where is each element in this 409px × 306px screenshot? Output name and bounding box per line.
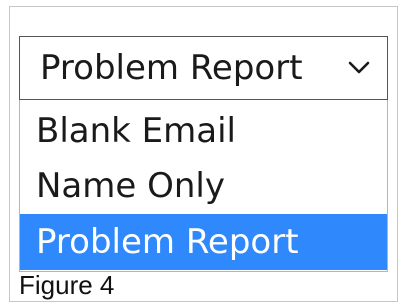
figure-caption: Figure 4: [19, 270, 115, 300]
option-name-only[interactable]: Name Only: [20, 158, 387, 214]
chevron-down-icon[interactable]: [347, 56, 371, 80]
option-label: Name Only: [36, 166, 225, 206]
option-label: Blank Email: [36, 111, 236, 151]
option-label: Problem Report: [36, 222, 299, 262]
option-blank-email[interactable]: Blank Email: [20, 103, 387, 159]
dropdown-list: Blank Email Name Only Problem Report: [19, 100, 388, 272]
template-select[interactable]: Problem Report: [19, 36, 388, 100]
select-value: Problem Report: [40, 48, 303, 88]
option-problem-report[interactable]: Problem Report: [20, 214, 387, 270]
